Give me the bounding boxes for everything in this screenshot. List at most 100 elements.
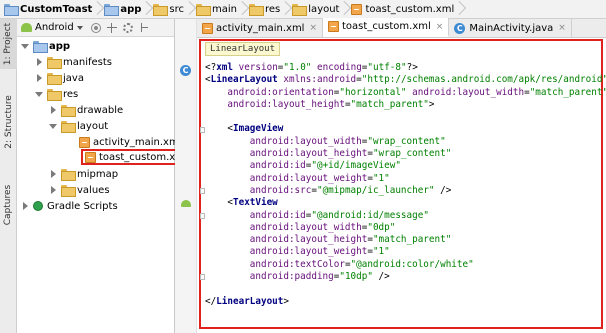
tree-item-label: java: [63, 72, 84, 84]
folder-icon: [61, 121, 76, 133]
collapsed-arrow-icon[interactable]: [37, 74, 42, 82]
tree-item-label: res: [63, 88, 79, 100]
breadcrumb-layout[interactable]: layout: [290, 0, 341, 18]
collapsed-arrow-icon[interactable]: [51, 170, 56, 178]
code-line[interactable]: android:layout_width="0dp": [205, 222, 606, 234]
code-line[interactable]: android:id="@+id/imageView": [205, 160, 606, 172]
tool-window-strip: 1: Project 2: Structure Captures: [0, 19, 17, 333]
code-line[interactable]: android:layout_height="wrap_content": [205, 148, 606, 160]
code-line[interactable]: android:padding="10dp" />: [205, 271, 606, 283]
code-editor[interactable]: LinearLayout <?xml version="1.0" encodin…: [197, 38, 606, 333]
tree-item-label: manifests: [63, 56, 112, 68]
tree-item-gradle-scripts[interactable]: Gradle Scripts: [21, 198, 118, 214]
close-icon[interactable]: ×: [436, 22, 444, 32]
chevron-down-icon[interactable]: [76, 25, 83, 30]
tree-item-res[interactable]: res: [35, 86, 78, 102]
resource-folder-icon: [249, 4, 265, 16]
tree-item-activity-main[interactable]: activity_main.xml: [79, 134, 181, 150]
tab-structure[interactable]: 2: Structure: [0, 83, 17, 161]
folder-icon: [61, 185, 76, 197]
resource-folder-icon: [47, 89, 62, 101]
code-line[interactable]: [205, 111, 606, 123]
tree-item-manifests[interactable]: manifests: [35, 54, 112, 70]
xml-breadcrumb-tag[interactable]: LinearLayout: [205, 42, 281, 56]
hide-panel-icon[interactable]: [139, 22, 149, 33]
code-line[interactable]: android:id="@android:id/message": [205, 210, 606, 222]
expand-arrow-icon[interactable]: [21, 43, 29, 49]
code-line[interactable]: android:src="@mipmap/ic_launcher" />: [205, 185, 606, 197]
code-line[interactable]: android:orientation="horizontal" android…: [205, 87, 606, 99]
breadcrumb-res[interactable]: res: [247, 0, 282, 18]
folder-icon: [47, 73, 62, 85]
breadcrumb-project[interactable]: CustomToast: [2, 0, 94, 18]
tab-label: MainActivity.java: [469, 22, 554, 34]
tree-item-mipmap[interactable]: mipmap: [49, 166, 118, 182]
project-toolbar: Android: [17, 19, 174, 37]
collapsed-arrow-icon[interactable]: [51, 186, 56, 194]
code-line[interactable]: android:layout_width="wrap_content": [205, 136, 606, 148]
tree-item-app[interactable]: app: [21, 38, 70, 54]
breadcrumb-file[interactable]: toast_custom.xml: [349, 0, 456, 18]
tree-item-layout[interactable]: layout: [49, 118, 108, 134]
code-line[interactable]: android:layout_weight="1": [205, 173, 606, 185]
close-icon[interactable]: ×: [309, 23, 317, 33]
tab-activity-main[interactable]: activity_main.xml ×: [197, 19, 324, 37]
code-line[interactable]: android:textColor="@android:color/white": [205, 259, 606, 271]
xml-file-icon: [79, 136, 90, 148]
code-line[interactable]: <LinearLayout xmlns:android="http://sche…: [205, 74, 606, 86]
breadcrumb-main[interactable]: main: [194, 0, 239, 18]
tab-captures-label: Captures: [3, 184, 14, 226]
tab-label: activity_main.xml: [216, 22, 305, 34]
code-line[interactable]: <TextView: [205, 197, 606, 209]
breadcrumb-label: res: [265, 3, 281, 15]
breadcrumb-separator: [240, 0, 246, 18]
tree-item-java[interactable]: java: [35, 70, 84, 86]
breadcrumb-separator: [457, 0, 463, 18]
side-gutter: C: [175, 19, 197, 333]
editor-tabs: activity_main.xml × toast_custom.xml × C…: [197, 18, 606, 38]
code-line[interactable]: android:layout_height="match_parent": [205, 234, 606, 246]
code-line[interactable]: [205, 283, 606, 295]
breadcrumb-label: CustomToast: [20, 3, 93, 15]
tree-item-label: activity_main.xml: [93, 136, 182, 148]
code-line[interactable]: <?xml version="1.0" encoding="utf-8"?>: [205, 62, 606, 74]
tab-main-activity[interactable]: C MainActivity.java ×: [449, 19, 572, 37]
collapse-all-icon[interactable]: [106, 22, 117, 33]
code-line[interactable]: </LinearLayout>: [205, 296, 606, 308]
breadcrumb-src[interactable]: src: [151, 0, 186, 18]
tree-item-label: mipmap: [77, 168, 119, 180]
class-icon[interactable]: C: [180, 65, 191, 76]
breadcrumb-app[interactable]: app: [102, 0, 143, 18]
tab-project[interactable]: 1: Project: [0, 19, 17, 69]
android-icon: [21, 23, 32, 32]
breadcrumb-separator: [187, 0, 193, 18]
code-line[interactable]: android:layout_weight="1": [205, 246, 606, 258]
breadcrumb-label: layout: [308, 3, 340, 15]
xml-file-icon: [202, 22, 213, 34]
tab-structure-label: 2: Structure: [3, 95, 14, 149]
collapsed-arrow-icon[interactable]: [37, 58, 42, 66]
project-view-selector[interactable]: Android: [35, 22, 74, 33]
class-icon-letter: C: [182, 66, 189, 75]
java-class-letter: C: [456, 23, 463, 33]
collapsed-arrow-icon[interactable]: [51, 106, 56, 114]
expand-arrow-icon[interactable]: [49, 123, 57, 129]
breadcrumb-separator: [144, 0, 150, 18]
tree-item-drawable[interactable]: drawable: [49, 102, 123, 118]
tab-captures[interactable]: Captures: [0, 179, 17, 231]
tab-toast-custom[interactable]: toast_custom.xml ×: [323, 18, 450, 37]
project-folder-icon: [4, 4, 19, 16]
folder-icon: [292, 4, 308, 16]
android-icon[interactable]: [181, 200, 191, 207]
code-line[interactable]: android:layout_height="match_parent">: [205, 99, 606, 111]
xml-breadcrumb-label: LinearLayout: [210, 44, 276, 54]
tree-item-label: values: [77, 184, 110, 196]
code-line[interactable]: <ImageView: [205, 123, 606, 135]
close-icon[interactable]: ×: [558, 23, 566, 33]
collapsed-arrow-icon[interactable]: [23, 202, 28, 210]
folder-icon: [47, 57, 62, 69]
gear-icon[interactable]: [122, 22, 133, 33]
expand-arrow-icon[interactable]: [35, 91, 43, 97]
tree-item-values[interactable]: values: [49, 182, 110, 198]
scroll-from-source-icon[interactable]: [90, 22, 101, 33]
